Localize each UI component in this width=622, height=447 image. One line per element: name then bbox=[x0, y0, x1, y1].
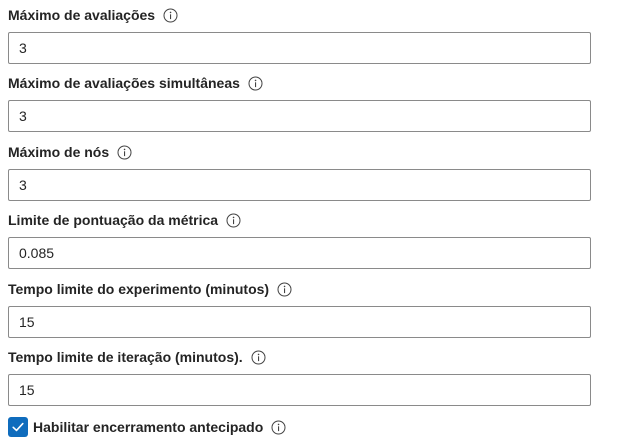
label-row: Tempo limite de iteração (minutos). bbox=[8, 348, 591, 366]
info-icon[interactable] bbox=[248, 76, 263, 91]
max-concurrent-trials-label: Máximo de avaliações simultâneas bbox=[8, 75, 240, 91]
early-termination-row: Habilitar encerramento antecipado bbox=[8, 416, 286, 438]
metric-score-threshold-label: Limite de pontuação da métrica bbox=[8, 212, 219, 228]
early-termination-checkbox[interactable] bbox=[8, 417, 28, 437]
checkmark-icon bbox=[12, 422, 24, 432]
max-nodes-label: Máximo de nós bbox=[8, 144, 110, 160]
field-experiment-timeout: Tempo limite do experimento (minutos) bbox=[8, 280, 591, 338]
info-icon[interactable] bbox=[226, 213, 241, 228]
max-concurrent-trials-input[interactable] bbox=[8, 100, 591, 132]
field-iteration-timeout: Tempo limite de iteração (minutos). bbox=[8, 348, 591, 406]
max-trials-label: Máximo de avaliações bbox=[8, 7, 156, 23]
early-termination-label[interactable]: Habilitar encerramento antecipado bbox=[33, 419, 263, 435]
iteration-timeout-label: Tempo limite de iteração (minutos). bbox=[8, 349, 243, 365]
label-row: Máximo de avaliações simultâneas bbox=[8, 74, 591, 92]
field-max-nodes: Máximo de nós bbox=[8, 143, 591, 201]
field-max-trials: Máximo de avaliações bbox=[8, 6, 591, 64]
iteration-timeout-input[interactable] bbox=[8, 374, 591, 406]
label-row: Limite de pontuação da métrica bbox=[8, 211, 591, 229]
label-row: Tempo limite do experimento (minutos) bbox=[8, 280, 591, 298]
info-icon[interactable] bbox=[117, 145, 132, 160]
field-metric-score-threshold: Limite de pontuação da métrica bbox=[8, 211, 591, 269]
field-max-concurrent-trials: Máximo de avaliações simultâneas bbox=[8, 74, 591, 132]
info-icon[interactable] bbox=[277, 282, 292, 297]
label-row: Máximo de nós bbox=[8, 143, 591, 161]
info-icon[interactable] bbox=[251, 350, 266, 365]
metric-score-threshold-input[interactable] bbox=[8, 237, 591, 269]
max-nodes-input[interactable] bbox=[8, 169, 591, 201]
max-trials-input[interactable] bbox=[8, 32, 591, 64]
label-row: Máximo de avaliações bbox=[8, 6, 591, 24]
experiment-timeout-input[interactable] bbox=[8, 306, 591, 338]
info-icon[interactable] bbox=[271, 420, 286, 435]
info-icon[interactable] bbox=[163, 8, 178, 23]
experiment-timeout-label: Tempo limite do experimento (minutos) bbox=[8, 281, 270, 297]
